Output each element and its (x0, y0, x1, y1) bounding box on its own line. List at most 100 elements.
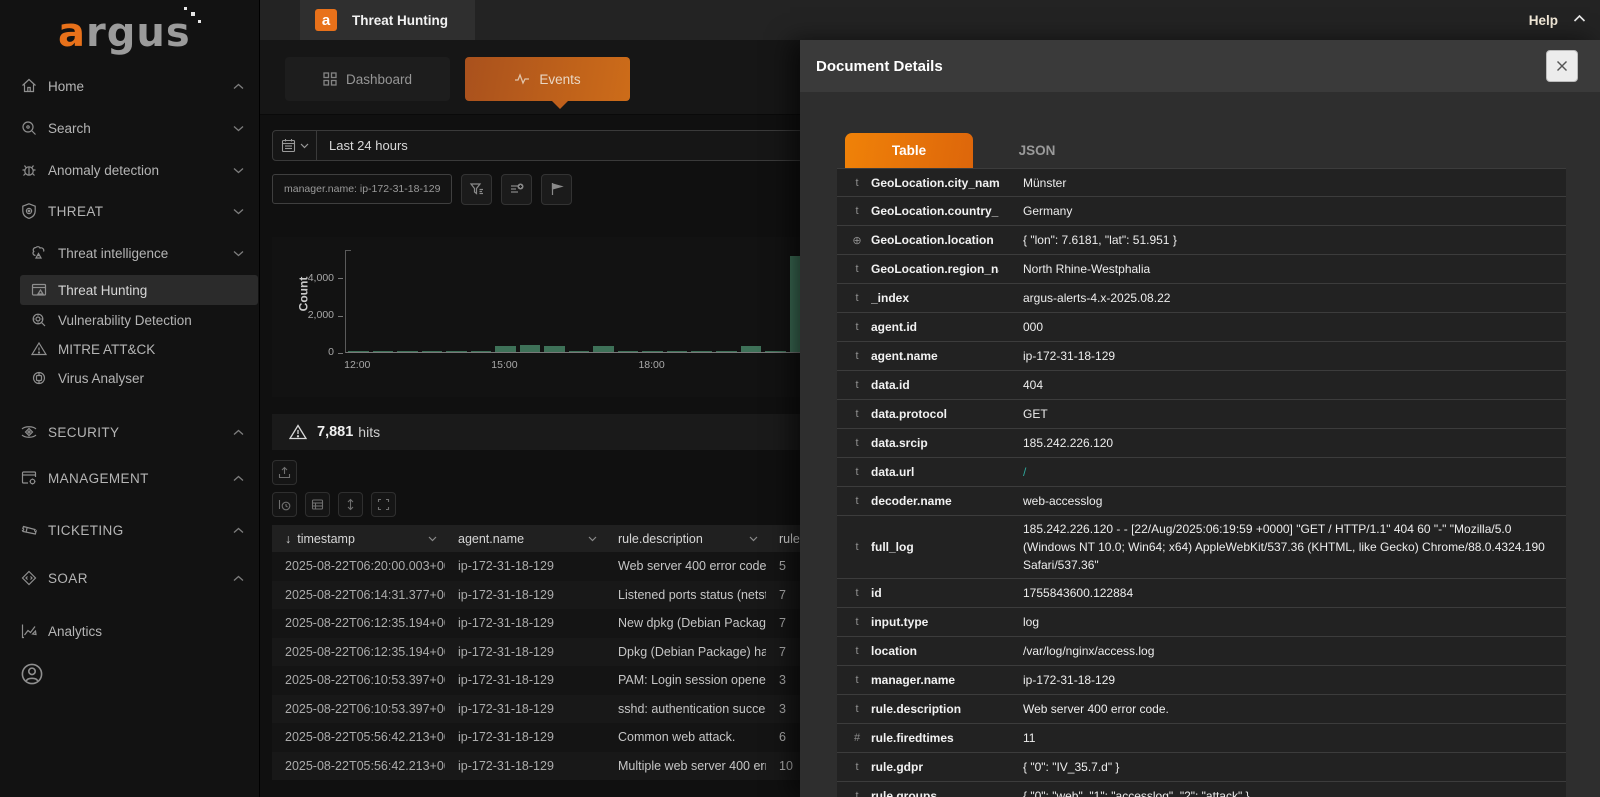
field-value: Web server 400 error code. (1023, 702, 1183, 716)
sidebar-item-security[interactable]: SECURITY (0, 418, 260, 446)
panel-tab-bar: Table JSON (845, 133, 1101, 168)
number-type-icon: # (850, 732, 864, 744)
sidebar-item-label: Threat intelligence (58, 246, 168, 261)
sidebar-item-management[interactable]: MANAGEMENT (0, 464, 260, 492)
cell-agent: ip-172-31-18-129 (445, 730, 605, 744)
sidebar-item-vulnerability-detection[interactable]: Vulnerability Detection (0, 307, 260, 333)
field-row: t_indexargus-alerts-4.x-2025.08.22 (837, 284, 1566, 313)
calendar-icon (281, 138, 296, 153)
text-type-icon: t (850, 645, 864, 657)
diamond-code-icon (20, 569, 38, 587)
cell-timestamp: 2025-08-22T06:10:53.397+00:00 (272, 673, 445, 687)
warning-triangle-icon (289, 424, 307, 440)
chart-bar (741, 346, 762, 352)
field-row: tagent.nameip-172-31-18-129 (837, 342, 1566, 371)
sidebar-item-label: Vulnerability Detection (58, 313, 192, 328)
cell-rule: Multiple web server 400 error codes. (605, 759, 766, 773)
sort-button[interactable] (338, 492, 363, 517)
field-name: data.protocol (871, 407, 999, 421)
table-icon (311, 498, 324, 511)
field-value: North Rhine-Westphalia (1023, 262, 1164, 276)
sidebar-item-threat[interactable]: THREAT (0, 197, 260, 225)
x-axis-tick-label: 12:00 (344, 359, 370, 371)
calendar-dropdown[interactable] (273, 131, 317, 160)
column-header-rule-description[interactable]: rule.description (605, 532, 766, 546)
sidebar-item-label: SECURITY (48, 425, 119, 440)
topbar-page-tab[interactable]: a Threat Hunting (300, 0, 475, 40)
sidebar-item-threat-intelligence[interactable]: Threat intelligence (0, 239, 260, 267)
cell-rule: Listened ports status (netstat). (605, 588, 766, 602)
fullscreen-button[interactable] (371, 492, 396, 517)
field-value: Germany (1023, 204, 1086, 218)
field-name: data.srcip (871, 436, 999, 450)
field-row: trule.descriptionWeb server 400 error co… (837, 695, 1566, 724)
tab-events[interactable]: Events (465, 57, 630, 101)
grid-icon (323, 72, 337, 86)
chart-bar (471, 351, 492, 352)
filter-funnel-button[interactable] (461, 174, 492, 205)
sidebar-item-analytics[interactable]: Analytics (0, 617, 260, 645)
topbar: a Threat Hunting Help (260, 0, 1600, 40)
add-filter-button[interactable] (501, 174, 532, 205)
window-warning-icon (30, 281, 48, 299)
field-value: / (1023, 465, 1040, 479)
chevron-down-icon (233, 250, 244, 257)
chart-bar (569, 351, 590, 352)
cell-timestamp: 2025-08-22T06:20:00.003+00:00 (272, 559, 445, 573)
virus-icon (30, 369, 48, 387)
filter-chip[interactable]: manager.name: ip-172-31-18-129 (272, 174, 452, 204)
columns-button[interactable] (305, 492, 330, 517)
field-row: tfull_log185.242.226.120 - - [22/Aug/202… (837, 516, 1566, 579)
chevron-up-icon[interactable] (1573, 14, 1586, 23)
flag-button[interactable] (541, 174, 572, 205)
help-button[interactable]: Help (1529, 0, 1558, 40)
fields-table: tGeoLocation.city_nameMünster tGeoLocati… (837, 168, 1566, 797)
chart-bar (495, 346, 516, 352)
sidebar-item-label: Analytics (48, 624, 102, 639)
chart-bar (520, 345, 541, 352)
sidebar-item-ticketing[interactable]: TICKETING (0, 516, 260, 544)
tab-table[interactable]: Table (845, 133, 973, 168)
cell-rule: Web server 400 error code. (605, 559, 766, 573)
cell-rule: Common web attack. (605, 730, 766, 744)
y-axis-tick-label: 0 (272, 346, 334, 358)
magnifier-gear-icon (30, 311, 48, 329)
text-type-icon: t (850, 205, 864, 217)
field-row: trule.gdpr{ "0": "IV_35.7.d" } (837, 753, 1566, 782)
field-row: tdata.protocolGET (837, 400, 1566, 429)
sidebar-item-anomaly-detection[interactable]: Anomaly detection (0, 156, 260, 184)
refresh-interval-button[interactable] (272, 492, 297, 517)
cell-agent: ip-172-31-18-129 (445, 673, 605, 687)
field-row: tdata.srcip185.242.226.120 (837, 429, 1566, 458)
bug-icon (20, 161, 38, 179)
field-row: tGeoLocation.region_nameNorth Rhine-West… (837, 255, 1566, 284)
column-header-agent-name[interactable]: agent.name (445, 532, 605, 546)
field-name: GeoLocation.city_name (871, 176, 999, 190)
sidebar-item-label: Anomaly detection (48, 163, 159, 178)
export-button[interactable] (272, 460, 297, 485)
column-header-timestamp[interactable]: ↓ timestamp (272, 532, 445, 546)
logo-accent-letter: a (58, 10, 86, 56)
sidebar-item-search[interactable]: Search (0, 114, 260, 142)
sidebar-user-avatar[interactable] (0, 660, 260, 688)
field-value: GET (1023, 407, 1062, 421)
x-axis-tick-label: 18:00 (638, 359, 664, 371)
fullscreen-icon (377, 498, 390, 511)
sidebar-item-threat-hunting[interactable]: Threat Hunting (20, 275, 258, 305)
sidebar-item-soar[interactable]: SOAR (0, 564, 260, 592)
tab-json[interactable]: JSON (973, 133, 1101, 168)
tab-events-label: Events (539, 72, 580, 87)
field-value: ip-172-31-18-129 (1023, 673, 1129, 687)
sidebar-item-virus-analyser[interactable]: Virus Analyser (0, 365, 260, 391)
search-icon (20, 119, 38, 137)
sidebar-item-mitre-attack[interactable]: MITRE ATT&CK (0, 336, 260, 362)
close-button[interactable] (1546, 50, 1578, 82)
tab-dashboard[interactable]: Dashboard (285, 57, 450, 101)
sidebar-item-label: MITRE ATT&CK (58, 342, 155, 357)
chart-bar (691, 351, 712, 352)
field-value: { "0": "web", "1": "accesslog", "2": "at… (1023, 789, 1264, 797)
column-label: timestamp (297, 532, 355, 546)
field-name: decoder.name (871, 494, 999, 508)
sidebar-item-home[interactable]: Home (0, 72, 260, 100)
shield-eye-icon (20, 423, 38, 441)
